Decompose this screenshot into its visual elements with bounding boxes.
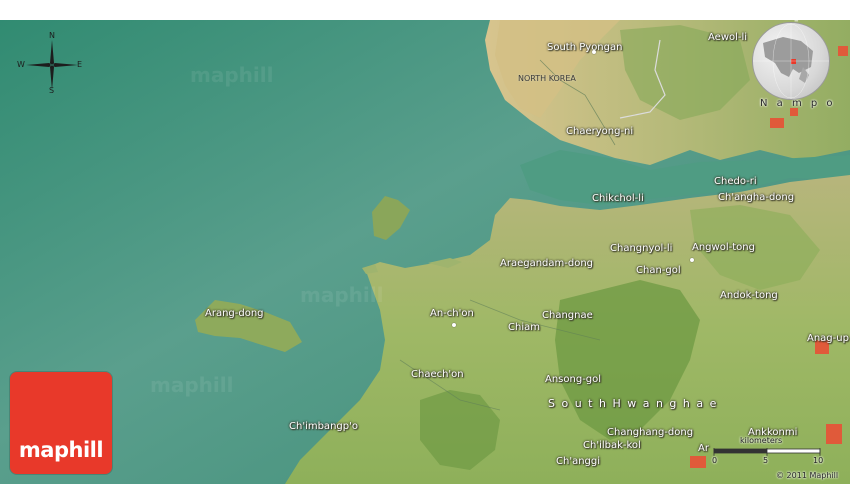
place-changha-dong[interactable]: Ch'angha-dong (718, 192, 794, 204)
scale-bar: kilometers 0 5 10 (710, 436, 825, 470)
place-chaechon[interactable]: Chaech'on (411, 369, 464, 381)
place-chaeryong-ni[interactable]: Chaeryong-ni (566, 126, 633, 138)
place-arang-dong[interactable]: Arang-dong (205, 308, 264, 320)
place-anag-up[interactable]: Anag-up (807, 333, 849, 345)
place-an-chon[interactable]: An-ch'on (430, 308, 474, 320)
compass-rose: N S W E (16, 31, 88, 96)
place-changgi[interactable]: Ch'anggi (556, 456, 600, 468)
inset-label: N a m p o (760, 98, 836, 109)
town-dot (592, 50, 596, 54)
place-angwol-tong[interactable]: Angwol-tong (692, 242, 755, 254)
town-dot (690, 258, 694, 262)
town-dot (452, 323, 456, 327)
place-andok-tong[interactable]: Andok-tong (720, 290, 778, 302)
region-south-hwanghae[interactable]: S o u t h H w a n g h a e (548, 398, 718, 410)
region-south-pyongan[interactable]: South Pyongan (547, 42, 622, 54)
place-chilbak-kol[interactable]: Ch'ilbak-kol (583, 440, 641, 452)
place-changnyol-li[interactable]: Changnyol-li (610, 243, 672, 255)
maphill-watermark: maphill (758, 0, 842, 22)
globe-icon (753, 23, 829, 99)
place-chimbangpo[interactable]: Ch'imbangp'o (289, 421, 358, 433)
compass-south: S (49, 86, 55, 95)
place-ansong-gol[interactable]: Ansong-gol (545, 374, 601, 386)
place-araegandam-dong[interactable]: Araegandam-dong (500, 258, 593, 270)
svg-text:maphill: maphill (300, 283, 383, 307)
scale-unit: kilometers (740, 436, 783, 445)
copyright-notice: © 2011 Maphill (776, 471, 839, 480)
place-chan-gol[interactable]: Chan-gol (636, 265, 681, 277)
svg-text:maphill: maphill (190, 63, 273, 87)
place-ar[interactable]: Ar (698, 443, 709, 455)
country-label: NORTH KOREA (518, 74, 576, 83)
svg-text:maphill: maphill (150, 373, 233, 397)
place-chedo-ri[interactable]: Chedo-ri (714, 176, 757, 188)
logo-text: maphill (18, 438, 104, 462)
scale-tick-10: 10 (813, 456, 824, 465)
place-chiam[interactable]: Chiam (508, 322, 540, 334)
place-chikchol-li[interactable]: Chikchol-li (592, 193, 644, 205)
compass-east: E (77, 60, 83, 69)
maphill-logo[interactable]: maphill (10, 372, 112, 474)
scale-tick-0: 0 (712, 456, 718, 465)
map-canvas[interactable]: maphill maphill maphill N S W E N a m p … (0, 0, 850, 484)
compass-west: W (17, 60, 25, 69)
compass-north: N (49, 31, 55, 40)
scale-tick-5: 5 (763, 456, 769, 465)
globe-inset[interactable] (752, 22, 830, 100)
place-changnae[interactable]: Changnae (542, 310, 593, 322)
place-changhang-dong[interactable]: Changhang-dong (607, 427, 693, 439)
place-aewol-li[interactable]: Aewol-li (708, 32, 747, 44)
